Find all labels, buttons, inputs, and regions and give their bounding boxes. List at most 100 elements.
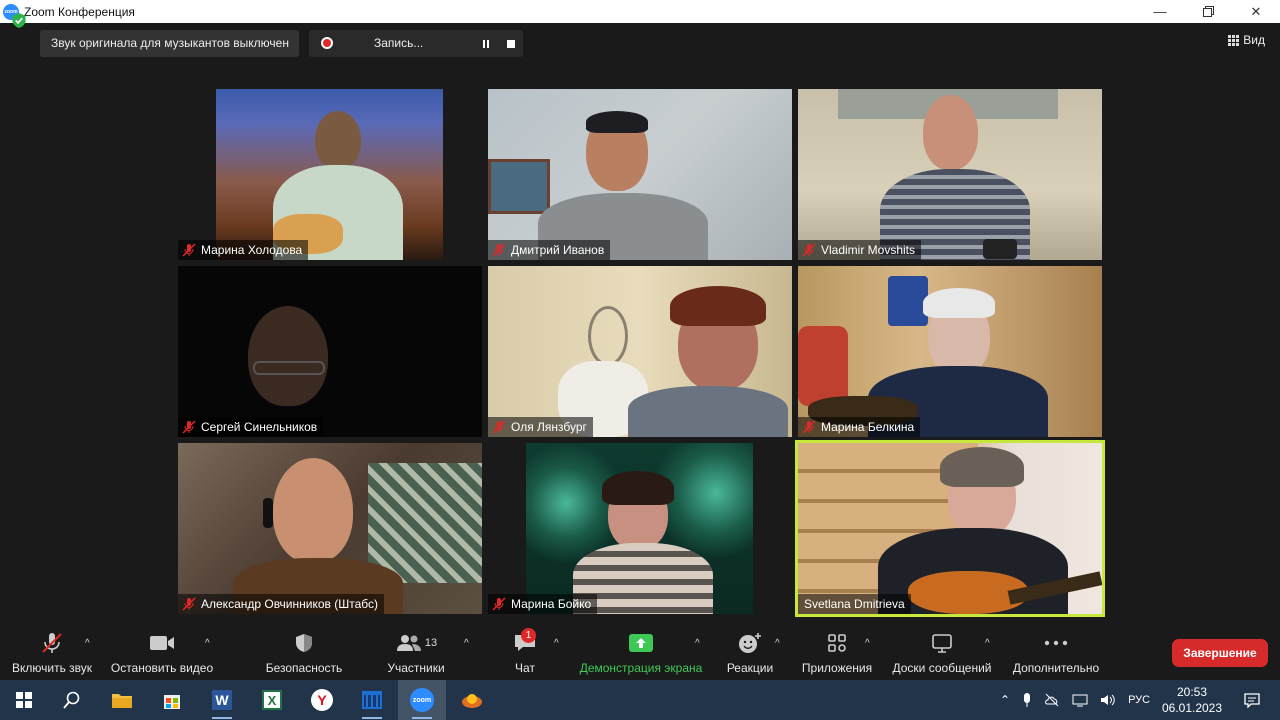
taskbar-store[interactable] [148, 680, 196, 720]
video-tile[interactable]: Дмитрий Иванов [488, 89, 792, 260]
mic-muted-icon [492, 597, 506, 611]
taskbar-app-2[interactable] [448, 680, 496, 720]
video-tile[interactable]: Александр Овчинников (Штабс) [178, 443, 482, 614]
restore-button[interactable] [1184, 0, 1232, 23]
taskbar-app[interactable] [348, 680, 396, 720]
security-label: Безопасность [265, 661, 343, 675]
participants-caret-icon[interactable]: ^ [464, 638, 469, 649]
tray-microphone-icon[interactable] [1022, 692, 1032, 708]
reactions-caret-icon[interactable]: ^ [775, 638, 780, 649]
video-tile[interactable]: Марина Бойко [488, 443, 792, 614]
original-sound-status[interactable]: Звук оригинала для музыкантов выключен [40, 30, 299, 57]
more-button[interactable]: Дополнительно [1008, 628, 1104, 680]
tray-cloud-off-icon[interactable] [1044, 692, 1060, 708]
minimize-button[interactable]: — [1136, 0, 1184, 23]
taskbar-browser[interactable]: Y [298, 680, 346, 720]
video-tile[interactable]: Марина Холодова [178, 89, 482, 260]
apps-caret-icon[interactable]: ^ [865, 638, 870, 649]
participants-count: 13 [424, 637, 438, 649]
tray-expand-chevron-icon[interactable]: ⌃ [1000, 693, 1010, 707]
stop-video-label: Остановить видео [110, 661, 214, 675]
video-tile[interactable]: Оля Лянзбург [488, 266, 792, 437]
reactions-button[interactable]: Реакции [724, 628, 776, 680]
taskbar-word[interactable]: W [198, 680, 246, 720]
tray-volume-icon[interactable] [1100, 693, 1116, 707]
taskbar-excel[interactable]: X [248, 680, 296, 720]
word-icon: W [212, 690, 232, 710]
mic-muted-icon [182, 243, 196, 257]
whiteboards-caret-icon[interactable]: ^ [985, 638, 990, 649]
end-meeting-button[interactable]: Завершение [1172, 639, 1268, 667]
whiteboards-button[interactable]: Доски сообщений [888, 628, 996, 680]
store-bag-icon [164, 695, 180, 709]
tray-network-icon[interactable] [1072, 693, 1088, 707]
start-button[interactable] [0, 680, 48, 720]
participant-name-bar: Сергей Синельников [178, 417, 324, 437]
more-dots-icon [1044, 640, 1068, 646]
share-caret-icon[interactable]: ^ [695, 638, 700, 649]
mic-muted-icon [492, 243, 506, 257]
recording-label: Запись... [374, 36, 424, 50]
unmute-label: Включить звук [11, 661, 93, 675]
window-title: Zoom Конференция [24, 4, 135, 19]
participants-icon [396, 635, 421, 651]
app-sun-icon [462, 694, 482, 708]
video-tile[interactable]: Vladimir Movshits [798, 89, 1102, 260]
meeting-toolbar: Включить звук ^ Остановить видео ^ Безоп… [0, 628, 1280, 680]
participant-name-bar: Оля Лянзбург [488, 417, 593, 437]
chat-button[interactable]: 1 Чат [506, 628, 544, 680]
mic-muted-icon [802, 420, 816, 434]
tray-time: 20:53 [1176, 685, 1208, 699]
tray-language[interactable]: РУС [1128, 694, 1150, 706]
participant-name: Марина Бойко [511, 597, 592, 611]
video-tile[interactable]: Марина Белкина [798, 266, 1102, 437]
close-window-button[interactable]: ✕ [1232, 0, 1280, 23]
reaction-smiley-icon [739, 633, 761, 653]
recording-indicator: Запись... [309, 30, 523, 57]
folder-icon [112, 694, 132, 708]
mic-muted-icon [182, 597, 196, 611]
participant-name: Vladimir Movshits [821, 243, 916, 257]
view-button[interactable]: Вид [1228, 33, 1265, 47]
taskbar-file-explorer[interactable] [98, 680, 146, 720]
chat-label: Чат [515, 661, 535, 675]
video-options-caret-icon[interactable]: ^ [205, 638, 210, 649]
encryption-shield-icon[interactable] [12, 13, 26, 28]
yandex-browser-icon: Y [311, 689, 333, 711]
participant-name-bar: Марина Бойко [488, 594, 598, 614]
apps-label: Приложения [801, 661, 873, 675]
tray-clock[interactable]: 20:53 06.01.2023 [1156, 684, 1228, 716]
stop-recording-button[interactable] [499, 32, 523, 55]
participant-name: Сергей Синельников [201, 420, 318, 434]
participant-name: Марина Холодова [201, 243, 303, 257]
share-screen-label: Демонстрация экрана [579, 661, 703, 675]
record-dot-icon [321, 37, 333, 49]
participant-name-bar: Александр Овчинников (Штабс) [178, 594, 384, 614]
reactions-label: Реакции [726, 661, 774, 675]
unmute-button[interactable]: Включить звук [8, 628, 96, 680]
whiteboard-icon [932, 634, 952, 653]
video-tile[interactable]: Сергей Синельников [178, 266, 482, 437]
share-screen-button[interactable]: Демонстрация экрана [576, 628, 706, 680]
grid-view-icon [1228, 34, 1240, 46]
participant-name: Александр Овчинников (Штабс) [201, 597, 378, 611]
chat-caret-icon[interactable]: ^ [554, 638, 559, 649]
apps-button[interactable]: Приложения [798, 628, 876, 680]
notification-icon [1244, 693, 1260, 708]
video-camera-icon [150, 636, 174, 650]
taskbar-zoom[interactable]: zoom [398, 680, 446, 720]
audio-options-caret-icon[interactable]: ^ [85, 638, 90, 649]
zoom-app-icon: zoom [410, 688, 434, 712]
video-tile-active-speaker[interactable]: Svetlana Dmitrieva [795, 440, 1105, 617]
mic-muted-icon [182, 420, 196, 434]
mic-muted-icon [42, 633, 62, 653]
security-button[interactable]: Безопасность [262, 628, 346, 680]
pause-recording-button[interactable] [474, 32, 498, 55]
notifications-button[interactable] [1232, 680, 1272, 720]
participants-button[interactable]: 13 Участники [382, 628, 450, 680]
search-button[interactable] [48, 680, 96, 720]
tray-date: 06.01.2023 [1161, 701, 1223, 715]
chat-unread-badge: 1 [521, 628, 536, 643]
stop-video-button[interactable]: Остановить видео [108, 628, 216, 680]
os-taskbar: W X Y zoom ⌃ РУС 20:53 06.01.2023 [0, 680, 1280, 720]
